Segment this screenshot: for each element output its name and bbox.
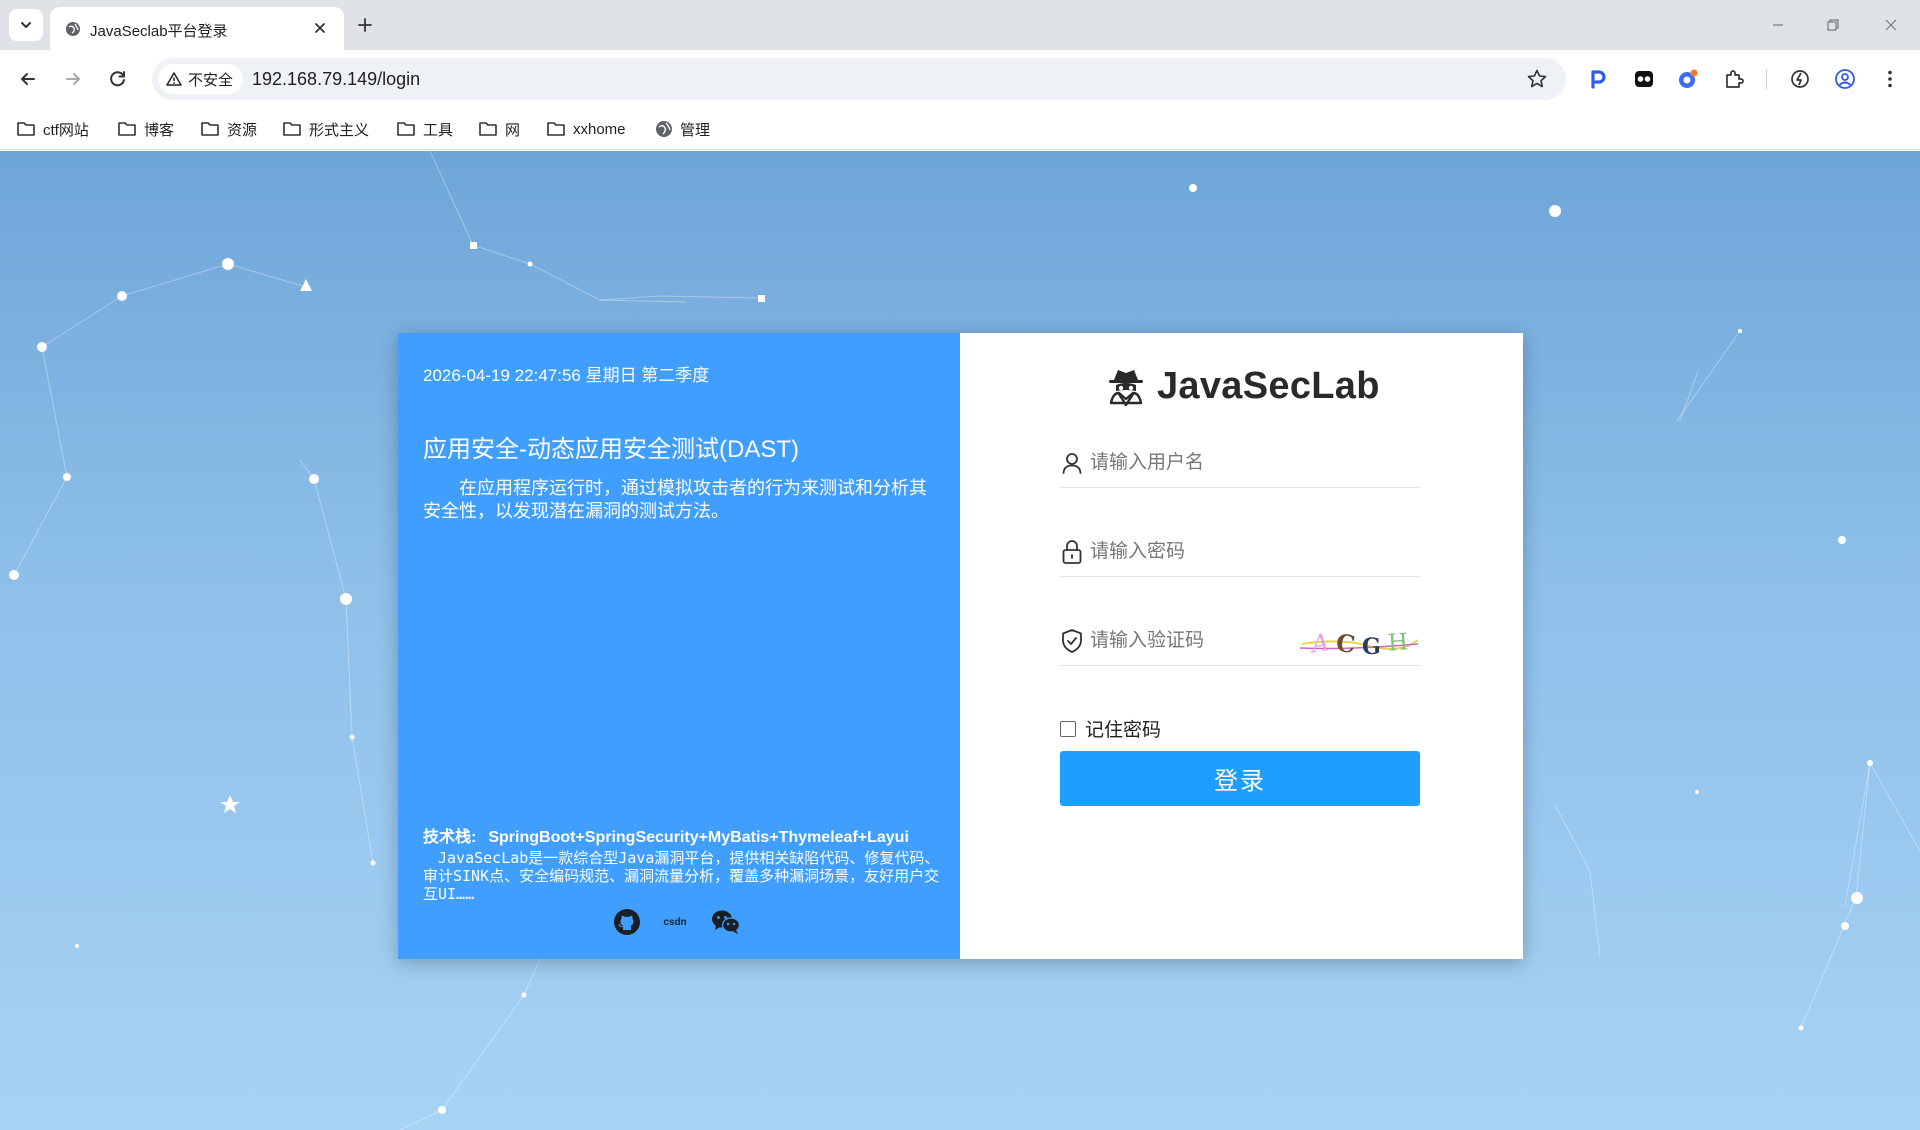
- bookmark-item[interactable]: 管理: [655, 116, 710, 142]
- bookmark-label: 工具: [423, 121, 454, 139]
- close-icon: [1885, 19, 1897, 31]
- about-text: JavaSecLab是一款综合型Java漏洞平台，提供相关缺陷代码、修复代码、审…: [423, 849, 940, 903]
- password-input[interactable]: [1090, 537, 1410, 567]
- shield-check-icon: [1060, 628, 1084, 654]
- password-field: [1060, 527, 1420, 577]
- globe-icon: [656, 121, 672, 137]
- globe-icon: [66, 22, 80, 36]
- minimize-icon: [1773, 24, 1783, 26]
- bookmark-label: ctf网站: [43, 121, 89, 139]
- bookmark-label: 博客: [144, 121, 175, 139]
- intro-title: 应用安全-动态应用安全测试(DAST): [423, 436, 799, 463]
- captcha-field: A C G H: [1060, 616, 1420, 666]
- info-panel: 2026-04-19 22:47:56 星期日 第二季度 应用安全-动态应用安全…: [398, 333, 960, 959]
- lock-icon: [1060, 539, 1084, 565]
- folder-icon: [17, 122, 35, 136]
- browser-tab[interactable]: JavaSeclab平台登录: [50, 7, 344, 50]
- user-icon: [1060, 450, 1084, 476]
- bookmark-label: 形式主义: [309, 121, 370, 139]
- login-page: 2026-04-19 22:47:56 星期日 第二季度 应用安全-动态应用安全…: [0, 151, 1920, 1130]
- bookmark-item[interactable]: 资源: [200, 116, 257, 142]
- minimize-button[interactable]: [1767, 14, 1789, 36]
- forward-button[interactable]: [57, 63, 89, 95]
- login-form-panel: JavaSecLab 请输入用户名 请输入验证码 A C G H 记住密码 登录: [960, 333, 1523, 959]
- bookmark-item[interactable]: 博客: [117, 116, 174, 142]
- wechat-icon: [712, 910, 741, 934]
- arrow-right-icon: [66, 73, 80, 85]
- captcha-char-1: A: [1308, 628, 1331, 658]
- github-icon: [614, 909, 640, 935]
- extensions-puzzle-icon[interactable]: [1722, 67, 1746, 91]
- back-button[interactable]: [12, 63, 44, 95]
- address-bar[interactable]: 不安全 192.168.79.149/login: [152, 58, 1566, 100]
- url-text[interactable]: 192.168.79.149/login: [252, 69, 420, 90]
- remember-label: 记住密码: [1085, 720, 1162, 741]
- intro-description: 在应用程序运行时，通过模拟攻击者的行为来测试和分析其安全性，以发现潜在漏洞的测试…: [423, 478, 927, 522]
- bookmark-item[interactable]: 网: [478, 116, 520, 142]
- folder-icon: [397, 122, 415, 136]
- browser-tab-bar: JavaSeclab平台登录: [0, 0, 1920, 50]
- extension-translate-icon[interactable]: [1676, 67, 1700, 91]
- tech-stack: 技术栈: SpringBoot+SpringSecurity+MyBatis+Th…: [423, 823, 909, 847]
- remember-password[interactable]: 记住密码: [1060, 715, 1161, 742]
- menu-kebab-icon[interactable]: [1878, 67, 1902, 91]
- browser-toolbar: 不安全 192.168.79.149/login: [0, 50, 1920, 108]
- arrow-left-icon: [21, 73, 35, 85]
- tech-stack-value: SpringBoot+SpringSecurity+MyBatis+Thymel…: [488, 829, 909, 846]
- site-info-chip[interactable]: 不安全: [158, 64, 244, 94]
- folder-icon: [201, 122, 219, 136]
- chevron-down-icon: [21, 22, 31, 28]
- bookmark-item[interactable]: 工具: [396, 116, 453, 142]
- username-field: [1060, 438, 1420, 488]
- restore-icon: [1827, 19, 1839, 31]
- login-card: 2026-04-19 22:47:56 星期日 第二季度 应用安全-动态应用安全…: [398, 333, 1523, 959]
- wechat-link[interactable]: [710, 907, 742, 937]
- github-link[interactable]: [612, 907, 642, 937]
- extension-p-icon[interactable]: [1586, 67, 1610, 91]
- remember-checkbox[interactable]: [1060, 720, 1076, 737]
- folder-icon: [283, 122, 301, 136]
- folder-icon: [547, 122, 565, 136]
- brand-name: JavaSecLab: [1157, 364, 1380, 407]
- bookmark-item[interactable]: 形式主义: [282, 116, 369, 142]
- captcha-image[interactable]: A C G H: [1300, 624, 1418, 658]
- captcha-char-3: G: [1362, 634, 1381, 658]
- reload-button[interactable]: [102, 63, 134, 95]
- captcha-char-4: H: [1387, 629, 1409, 656]
- csdn-link[interactable]: csdn: [658, 907, 692, 937]
- extension-mask-icon[interactable]: [1632, 67, 1656, 91]
- folder-icon: [479, 122, 497, 136]
- bookmark-label: 管理: [680, 121, 711, 139]
- reload-icon: [110, 71, 125, 87]
- bookmark-item[interactable]: ctf网站: [16, 116, 89, 142]
- bookmark-label: 资源: [227, 121, 258, 139]
- warning-icon: [166, 72, 182, 86]
- current-datetime: 2026-04-19 22:47:56 星期日 第二季度: [423, 366, 710, 385]
- login-button[interactable]: 登录: [1060, 751, 1420, 806]
- tech-stack-label: 技术栈:: [423, 829, 477, 846]
- close-icon: [315, 23, 325, 33]
- brand-logo: JavaSecLab: [1105, 361, 1380, 411]
- bookmark-label: 网: [505, 121, 521, 139]
- tab-search-button[interactable]: [9, 9, 43, 41]
- bookmarks-bar: ctf网站 博客 资源 形式主义 工具 网 xxhome 管理: [0, 108, 1920, 150]
- folder-icon: [118, 122, 136, 136]
- spy-hacker-icon: [1109, 370, 1143, 407]
- bookmark-item[interactable]: xxhome: [546, 116, 626, 142]
- username-input[interactable]: [1090, 448, 1410, 478]
- bookmark-label: xxhome: [573, 120, 626, 138]
- performance-icon[interactable]: [1788, 67, 1812, 91]
- close-tab-button[interactable]: [310, 18, 330, 38]
- toolbar-divider: [1766, 69, 1767, 89]
- plus-icon: [358, 18, 372, 32]
- star-icon[interactable]: [1526, 68, 1548, 90]
- profile-icon[interactable]: [1833, 67, 1857, 91]
- restore-button[interactable]: [1822, 14, 1844, 36]
- captcha-char-2: C: [1335, 628, 1357, 658]
- security-label: 不安全: [188, 71, 234, 89]
- close-window-button[interactable]: [1880, 14, 1902, 36]
- tab-title: JavaSeclab平台登录: [90, 23, 228, 40]
- new-tab-button[interactable]: [352, 12, 378, 38]
